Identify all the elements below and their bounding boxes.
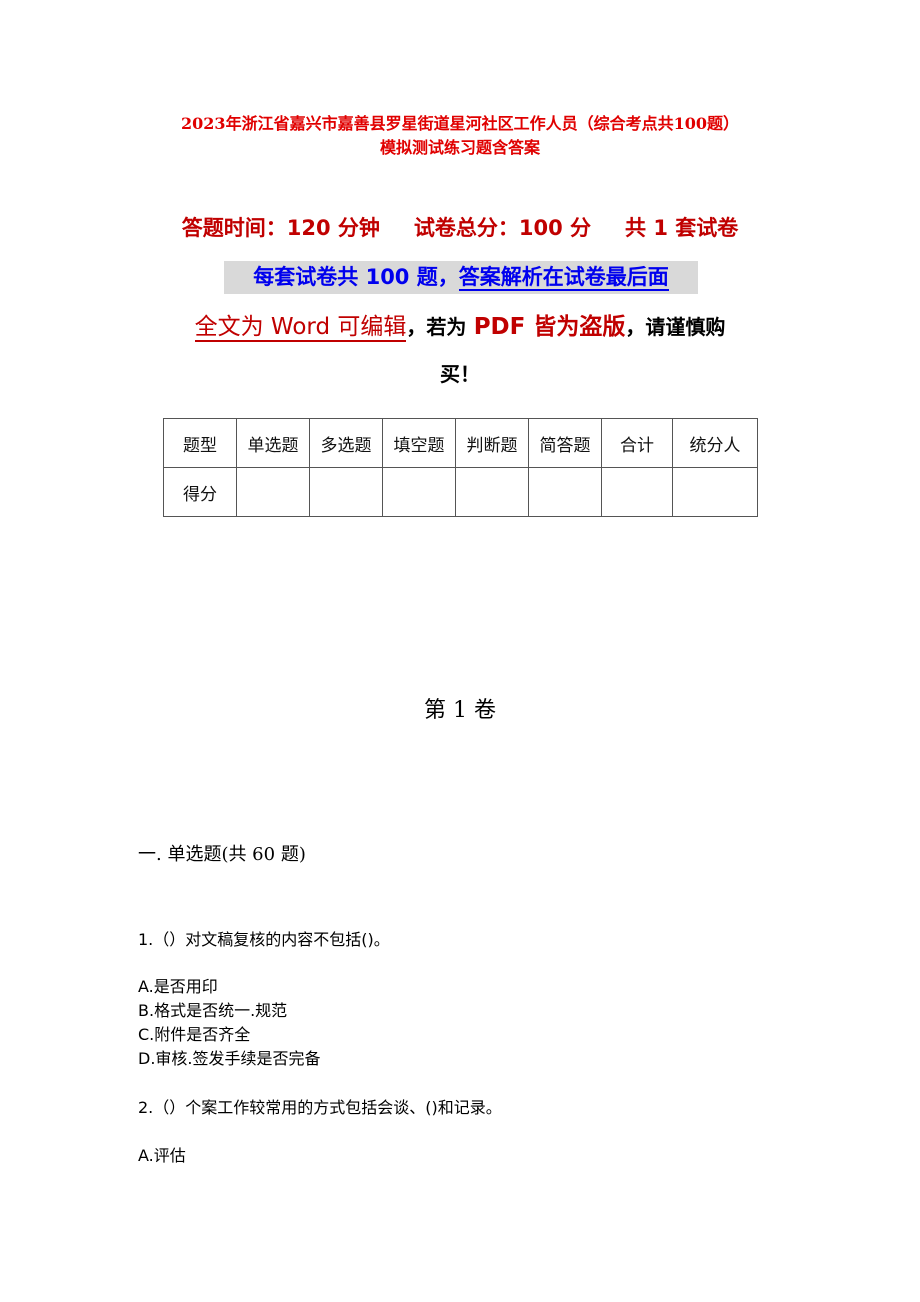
header-cell: 简答题	[528, 418, 602, 468]
exam-total-score: 试卷总分：100 分	[413, 216, 592, 240]
comma: ，	[625, 315, 646, 339]
score-table-row: 得分	[163, 467, 758, 517]
question-stem: 1.（）对文稿复核的内容不包括()。	[138, 930, 390, 949]
score-cell[interactable]	[672, 467, 758, 517]
score-cell[interactable]	[455, 467, 529, 517]
exam-info: 答题时间：120 分钟 试卷总分：100 分 共 1 套试卷	[0, 212, 920, 244]
notice-buy: 买！	[440, 362, 480, 386]
score-cell[interactable]	[309, 467, 383, 517]
header-cell: 单选题	[236, 418, 310, 468]
row-label: 得分	[163, 467, 237, 517]
header-cell: 判断题	[455, 418, 529, 468]
notice-if-pdf: 若为	[426, 315, 467, 339]
score-cell[interactable]	[601, 467, 673, 517]
notice-pdf-pirated: PDF 皆为盗版	[473, 314, 626, 340]
question-option: A.评估	[138, 1146, 186, 1165]
question-stem: 2.（）个案工作较常用的方式包括会谈、()和记录。	[138, 1098, 502, 1117]
exam-time: 答题时间：120 分钟	[181, 216, 380, 240]
notice-editable: 全文为 Word 可编辑	[194, 314, 407, 342]
header-cell: 统分人	[672, 418, 758, 468]
notice-caution: 请谨慎购	[645, 315, 726, 339]
title-line-1: 2023年浙江省嘉兴市嘉善县罗星街道星河社区工作人员（综合考点共100题）	[181, 114, 739, 133]
question-option: D.审核.签发手续是否完备	[138, 1049, 321, 1068]
score-cell[interactable]	[528, 467, 602, 517]
exam-sets: 共 1 套试卷	[625, 216, 739, 240]
header-cell: 填空题	[382, 418, 456, 468]
question-option: B.格式是否统一.规范	[138, 1001, 288, 1020]
question-option: A.是否用印	[138, 977, 218, 996]
header-cell: 题型	[163, 418, 237, 468]
comma: ，	[406, 315, 427, 339]
score-table-header-row: 题型 单选题 多选题 填空题 判断题 简答题 合计 统分人	[163, 418, 758, 468]
question-option: C.附件是否齐全	[138, 1025, 251, 1044]
notice-copyright: 全文为 Word 可编辑，若为 PDF 皆为盗版，请谨慎购	[0, 307, 920, 347]
notice-answers: 每套试卷共 100 题，答案解析在试卷最后面	[224, 261, 698, 294]
notice-answers-location: 答案解析在试卷最后面	[458, 265, 669, 291]
header-cell: 多选题	[309, 418, 383, 468]
notice-question-count: 每套试卷共 100 题，	[253, 265, 459, 289]
score-table: 题型 单选题 多选题 填空题 判断题 简答题 合计 统分人 得分	[163, 418, 758, 517]
volume-title: 第 1 卷	[424, 698, 496, 723]
document-title: 2023年浙江省嘉兴市嘉善县罗星街道星河社区工作人员（综合考点共100题） 模拟…	[0, 112, 920, 160]
score-cell[interactable]	[382, 467, 456, 517]
title-line-2: 模拟测试练习题含答案	[379, 138, 540, 157]
score-cell[interactable]	[236, 467, 310, 517]
section-title: 一. 单选题(共 60 题)	[138, 844, 306, 865]
header-cell: 合计	[601, 418, 673, 468]
